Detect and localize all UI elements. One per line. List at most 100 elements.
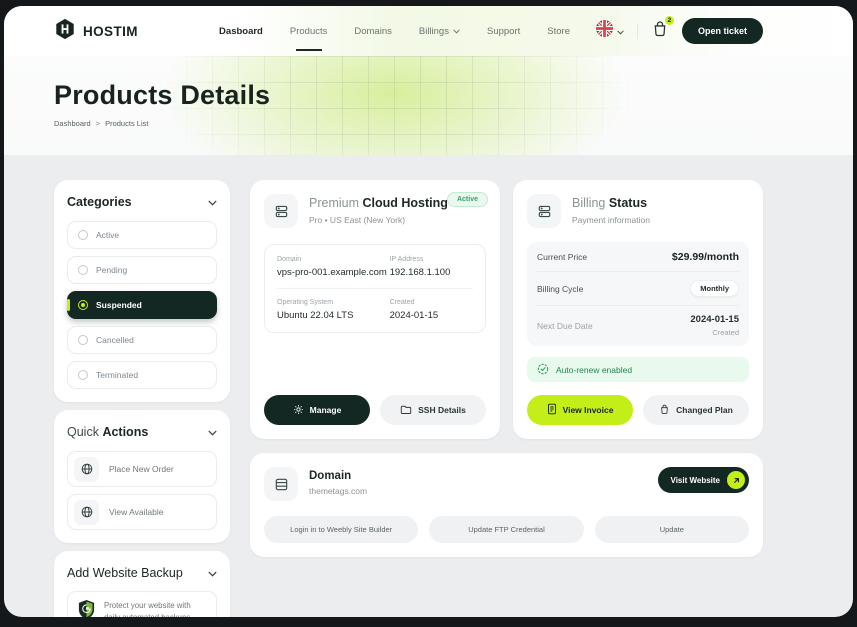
weebly-login-button[interactable]: Login in to Weebly Site Builder (264, 516, 418, 543)
view-available-button[interactable]: View Available (67, 494, 217, 530)
billing-cycle-badge: Monthly (690, 280, 739, 297)
domain-card: Visit Website Domain themetags.com Log (250, 453, 763, 557)
billing-title: Billing Status (572, 196, 650, 210)
visit-website-button[interactable]: Visit Website (658, 467, 750, 493)
category-option-suspended[interactable]: Suspended (67, 291, 217, 319)
nav-item-support[interactable]: Support (487, 26, 520, 37)
header-actions: 2 Open ticket (596, 18, 763, 44)
billing-row-label: Current Price (537, 252, 587, 262)
top-navbar: HOSTIM Dasboard Products Domains Billing… (4, 6, 853, 56)
domain-title: Domain (309, 470, 367, 482)
content-area: Active Premium Cloud Hosting Pro • US Ea… (250, 180, 763, 617)
backup-title: Add Website Backup (67, 566, 183, 580)
quick-actions-list: Place New Order View Available (67, 451, 217, 530)
quick-action-label: View Available (109, 507, 164, 517)
billing-icon (527, 194, 561, 228)
field-value: Ubuntu 22.04 LTS (277, 310, 390, 321)
domain-actions: Login in to Weebly Site Builder Update F… (264, 516, 749, 543)
update-ftp-button[interactable]: Update FTP Credential (429, 516, 583, 543)
change-plan-button[interactable]: Changed Plan (643, 395, 749, 425)
brand-logo[interactable]: HOSTIM (54, 18, 138, 45)
breadcrumb-current: Products List (105, 119, 148, 128)
page-hero: Products Details Dashboard > Products Li… (4, 56, 853, 155)
backup-header[interactable]: Add Website Backup (67, 564, 217, 582)
breadcrumb: Dashboard > Products List (54, 119, 763, 128)
category-label: Terminated (96, 370, 138, 380)
chevron-down-icon (208, 564, 217, 582)
check-circle-icon (537, 363, 549, 377)
domain-name: themetags.com (309, 486, 367, 496)
language-selector[interactable] (596, 20, 624, 42)
field-created: Created 2024-01-15 (390, 299, 473, 321)
cart-badge: 2 (664, 15, 675, 26)
visit-website-label: Visit Website (671, 476, 721, 485)
view-invoice-button[interactable]: View Invoice (527, 395, 633, 425)
billing-card-header: Billing Status Payment information (527, 194, 749, 228)
nav-item-dashboard[interactable]: Dasboard (219, 26, 263, 37)
main-content: Categories Active Pending Suspended (4, 155, 853, 617)
domain-icon (264, 467, 298, 501)
folder-icon (400, 404, 412, 417)
billing-subtitle: Payment information (572, 215, 650, 225)
category-option-pending[interactable]: Pending (67, 256, 217, 284)
website-backup-card: Add Website Backup Protect your website … (54, 551, 230, 617)
page-title: Products Details (54, 80, 763, 111)
category-label: Pending (96, 265, 127, 275)
update-button[interactable]: Update (595, 516, 749, 543)
backup-description: Protect your website with daily automate… (104, 600, 207, 617)
auto-renew-banner: Auto-renew enabled (527, 357, 749, 382)
billing-rows: Current Price $29.99/month Billing Cycle… (527, 242, 749, 346)
billing-buttons: View Invoice Changed Plan (527, 382, 749, 425)
categories-list: Active Pending Suspended Cancelled (67, 221, 217, 389)
nav-item-domains[interactable]: Domains (354, 26, 392, 37)
manage-button-label: Manage (310, 405, 342, 415)
chevron-down-icon (617, 22, 624, 40)
category-option-terminated[interactable]: Terminated (67, 361, 217, 389)
ssh-details-button[interactable]: SSH Details (380, 395, 486, 425)
breadcrumb-home[interactable]: Dashboard (54, 119, 91, 128)
nav-item-products[interactable]: Products (290, 26, 328, 37)
category-option-cancelled[interactable]: Cancelled (67, 326, 217, 354)
globe-icon (74, 457, 99, 482)
place-new-order-button[interactable]: Place New Order (67, 451, 217, 487)
field-value: vps-pro-001.example.com (277, 267, 390, 278)
ssh-details-button-label: SSH Details (418, 405, 466, 415)
category-label: Cancelled (96, 335, 134, 345)
shield-icon (77, 599, 96, 617)
arrow-up-right-icon (727, 471, 745, 489)
cart-button[interactable]: 2 (651, 20, 669, 43)
domain-card-titles: Domain themetags.com (309, 467, 367, 501)
quick-actions-title-light: Quick (67, 425, 99, 439)
gear-icon (293, 404, 304, 417)
hosting-buttons: Manage SSH Details (264, 382, 486, 425)
quick-actions-card: Quick Actions Place New Order Vi (54, 410, 230, 543)
nav-item-billings[interactable]: Billings (419, 26, 460, 37)
field-label: Domain (277, 256, 390, 263)
chevron-down-icon (208, 423, 217, 441)
billing-due-date: 2024-01-15 (690, 314, 739, 325)
category-label: Active (96, 230, 119, 240)
field-domain: Domain vps-pro-001.example.com (277, 256, 390, 278)
nav-item-store[interactable]: Store (547, 26, 570, 37)
field-operating-system: Operating System Ubuntu 22.04 LTS (277, 299, 390, 321)
categories-header[interactable]: Categories (67, 193, 217, 211)
categories-title: Categories (67, 195, 132, 209)
open-ticket-button[interactable]: Open ticket (682, 18, 763, 44)
field-label: IP Address (390, 256, 473, 263)
field-label: Created (390, 299, 473, 306)
radio-icon (78, 370, 88, 380)
quick-actions-header[interactable]: Quick Actions (67, 423, 217, 441)
field-value: 192.168.1.100 (390, 267, 473, 278)
manage-button[interactable]: Manage (264, 395, 370, 425)
radio-icon (78, 300, 88, 310)
backup-promo[interactable]: Protect your website with daily automate… (67, 591, 217, 617)
billing-due-sub: Created (690, 328, 739, 337)
details-divider (277, 288, 473, 289)
category-option-active[interactable]: Active (67, 221, 217, 249)
billing-row-label: Billing Cycle (537, 284, 583, 294)
app-window: HOSTIM Dasboard Products Domains Billing… (4, 6, 853, 617)
bag-icon (659, 404, 670, 417)
uk-flag-icon (596, 20, 613, 42)
billing-row-due: Next Due Date 2024-01-15 Created (537, 306, 739, 345)
hosting-card: Active Premium Cloud Hosting Pro • US Ea… (250, 180, 500, 439)
